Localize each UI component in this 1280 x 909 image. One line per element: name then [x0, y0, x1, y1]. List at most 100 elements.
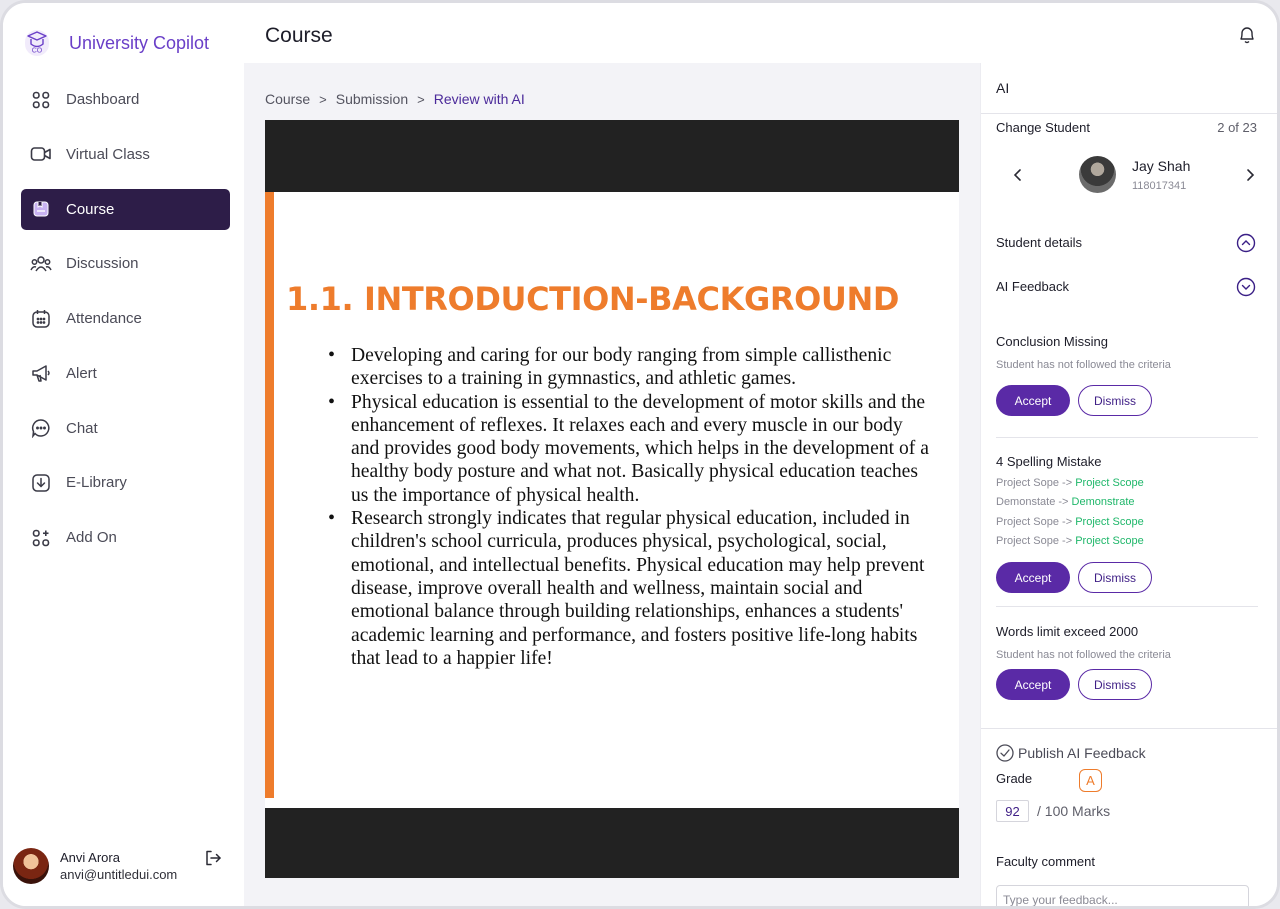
megaphone-icon — [30, 362, 52, 384]
correction-wrong: Project Sope — [996, 535, 1059, 547]
feedback-subtitle: Student has not followed the criteria — [996, 649, 1171, 661]
slide-bullets: Developing and caring for our body rangi… — [328, 344, 931, 670]
change-student-label: Change Student — [996, 120, 1090, 135]
correction-right: Project Scope — [1075, 535, 1144, 547]
correction-row: Demonstate -> Demonstrate — [996, 496, 1135, 508]
correction-arrow: -> — [1062, 535, 1073, 547]
list-item: Developing and caring for our body rangi… — [328, 344, 931, 391]
sidebar-item-label: Dashboard — [66, 91, 140, 108]
accept-button[interactable]: Accept — [996, 562, 1070, 593]
student-avatar — [1079, 156, 1116, 193]
app-window: CO University Copilot Dashboard Virtual … — [0, 0, 1280, 909]
chevron-right-icon: > — [319, 91, 327, 107]
accept-button[interactable]: Accept — [996, 385, 1070, 416]
logout-icon[interactable] — [204, 849, 222, 867]
correction-row: Project Sope -> Project Scope — [996, 535, 1144, 547]
slide-heading: 1.1. INTRODUCTION-BACKGROUND — [286, 280, 900, 318]
svg-text:CO: CO — [32, 48, 43, 55]
marks-input[interactable] — [996, 800, 1029, 822]
download-box-icon — [30, 472, 52, 494]
user-profile[interactable]: Anvi Arora anvi@untitledui.com — [13, 845, 228, 887]
correction-row: Project Sope -> Project Scope — [996, 477, 1144, 489]
chevron-down-icon[interactable] — [1236, 277, 1256, 297]
correction-arrow: -> — [1062, 516, 1073, 528]
submission-document: 1.1. INTRODUCTION-BACKGROUND Developing … — [265, 120, 959, 878]
feedback-subtitle: Student has not followed the criteria — [996, 359, 1171, 371]
sidebar: CO University Copilot Dashboard Virtual … — [3, 3, 244, 906]
breadcrumb-submission[interactable]: Submission — [336, 91, 408, 107]
student-details-label[interactable]: Student details — [996, 235, 1082, 250]
user-name: Anvi Arora — [60, 850, 120, 865]
ai-panel-title: AI — [996, 80, 1010, 96]
profile-text: Anvi Arora anvi@untitledui.com — [60, 850, 177, 882]
avatar — [13, 848, 49, 884]
sidebar-item-discussion[interactable]: Discussion — [21, 243, 230, 284]
ai-feedback-label[interactable]: AI Feedback — [996, 279, 1069, 294]
divider — [981, 728, 1277, 729]
check-circle-icon — [996, 744, 1014, 762]
header: Course — [244, 3, 1277, 63]
users-icon — [30, 253, 52, 275]
slide-footer-band — [265, 808, 959, 878]
divider — [981, 113, 1277, 114]
bell-icon[interactable] — [1238, 25, 1256, 45]
accept-button[interactable]: Accept — [996, 669, 1070, 700]
calendar-icon — [30, 308, 52, 330]
correction-wrong: Demonstate — [996, 496, 1056, 508]
chat-bubble-icon — [30, 417, 52, 439]
feedback-title: 4 Spelling Mistake — [996, 454, 1102, 469]
correction-row: Project Sope -> Project Scope — [996, 516, 1144, 528]
brand-name: University Copilot — [69, 32, 210, 53]
feedback-title: Conclusion Missing — [996, 334, 1108, 349]
correction-wrong: Project Sope — [996, 477, 1059, 489]
sidebar-item-virtual-class[interactable]: Virtual Class — [21, 134, 230, 175]
sidebar-item-alert[interactable]: Alert — [21, 353, 230, 394]
marks-total: / 100 Marks — [1037, 803, 1111, 819]
student-name: Jay Shah — [1132, 158, 1191, 174]
breadcrumb-course[interactable]: Course — [265, 91, 310, 107]
sidebar-item-label: Course — [66, 200, 115, 218]
correction-arrow: -> — [1062, 477, 1073, 489]
dismiss-button[interactable]: Dismiss — [1078, 669, 1152, 700]
mortarboard-co-icon: CO — [25, 30, 49, 56]
sidebar-item-dashboard[interactable]: Dashboard — [21, 79, 230, 120]
page-title: Course — [265, 24, 333, 47]
grade-badge: A — [1079, 769, 1102, 792]
slide-header-band — [265, 120, 959, 192]
sidebar-item-attendance[interactable]: Attendance — [21, 298, 230, 339]
chevron-up-icon[interactable] — [1236, 233, 1256, 253]
grade-label: Grade — [996, 771, 1033, 786]
faculty-comment-input[interactable] — [996, 885, 1249, 906]
sidebar-item-course[interactable]: Course — [21, 188, 230, 230]
sidebar-item-label: E-Library — [66, 474, 127, 492]
chevron-right-icon[interactable] — [1241, 166, 1259, 184]
grid-icon — [30, 89, 52, 111]
video-camera-icon — [30, 143, 52, 165]
sidebar-nav: Dashboard Virtual Class Course Discussio… — [21, 79, 230, 572]
ai-panel: AI Change Student 2 of 23 Jay Shah 11801… — [980, 63, 1277, 906]
student-id: 118017341 — [1132, 180, 1187, 192]
sidebar-item-e-library[interactable]: E-Library — [21, 462, 230, 503]
feedback-title: Words limit exceed 2000 — [996, 624, 1139, 639]
breadcrumb-current: Review with AI — [433, 91, 525, 107]
publish-ai-feedback-checkbox[interactable]: Publish AI Feedback — [996, 744, 1146, 762]
student-count: 2 of 23 — [1217, 120, 1257, 135]
sidebar-item-label: Discussion — [66, 255, 139, 273]
correction-wrong: Project Sope — [996, 516, 1059, 528]
user-email: anvi@untitledui.com — [60, 867, 178, 882]
correction-right: Project Scope — [1075, 516, 1144, 528]
sidebar-item-add-on[interactable]: Add On — [21, 517, 230, 558]
sidebar-item-label: Add On — [66, 529, 117, 546]
divider — [996, 606, 1258, 607]
sidebar-item-label: Virtual Class — [66, 145, 150, 163]
brand[interactable]: CO University Copilot — [23, 27, 209, 59]
dismiss-button[interactable]: Dismiss — [1078, 385, 1152, 416]
chevron-left-icon[interactable] — [1009, 166, 1027, 184]
sidebar-item-label: Attendance — [66, 310, 142, 327]
correction-right: Demonstrate — [1071, 496, 1135, 508]
faculty-comment-label: Faculty comment — [996, 854, 1095, 869]
dismiss-button[interactable]: Dismiss — [1078, 562, 1152, 593]
sidebar-item-chat[interactable]: Chat — [21, 408, 230, 449]
chevron-right-icon: > — [417, 91, 425, 107]
correction-right: Project Scope — [1075, 477, 1144, 489]
